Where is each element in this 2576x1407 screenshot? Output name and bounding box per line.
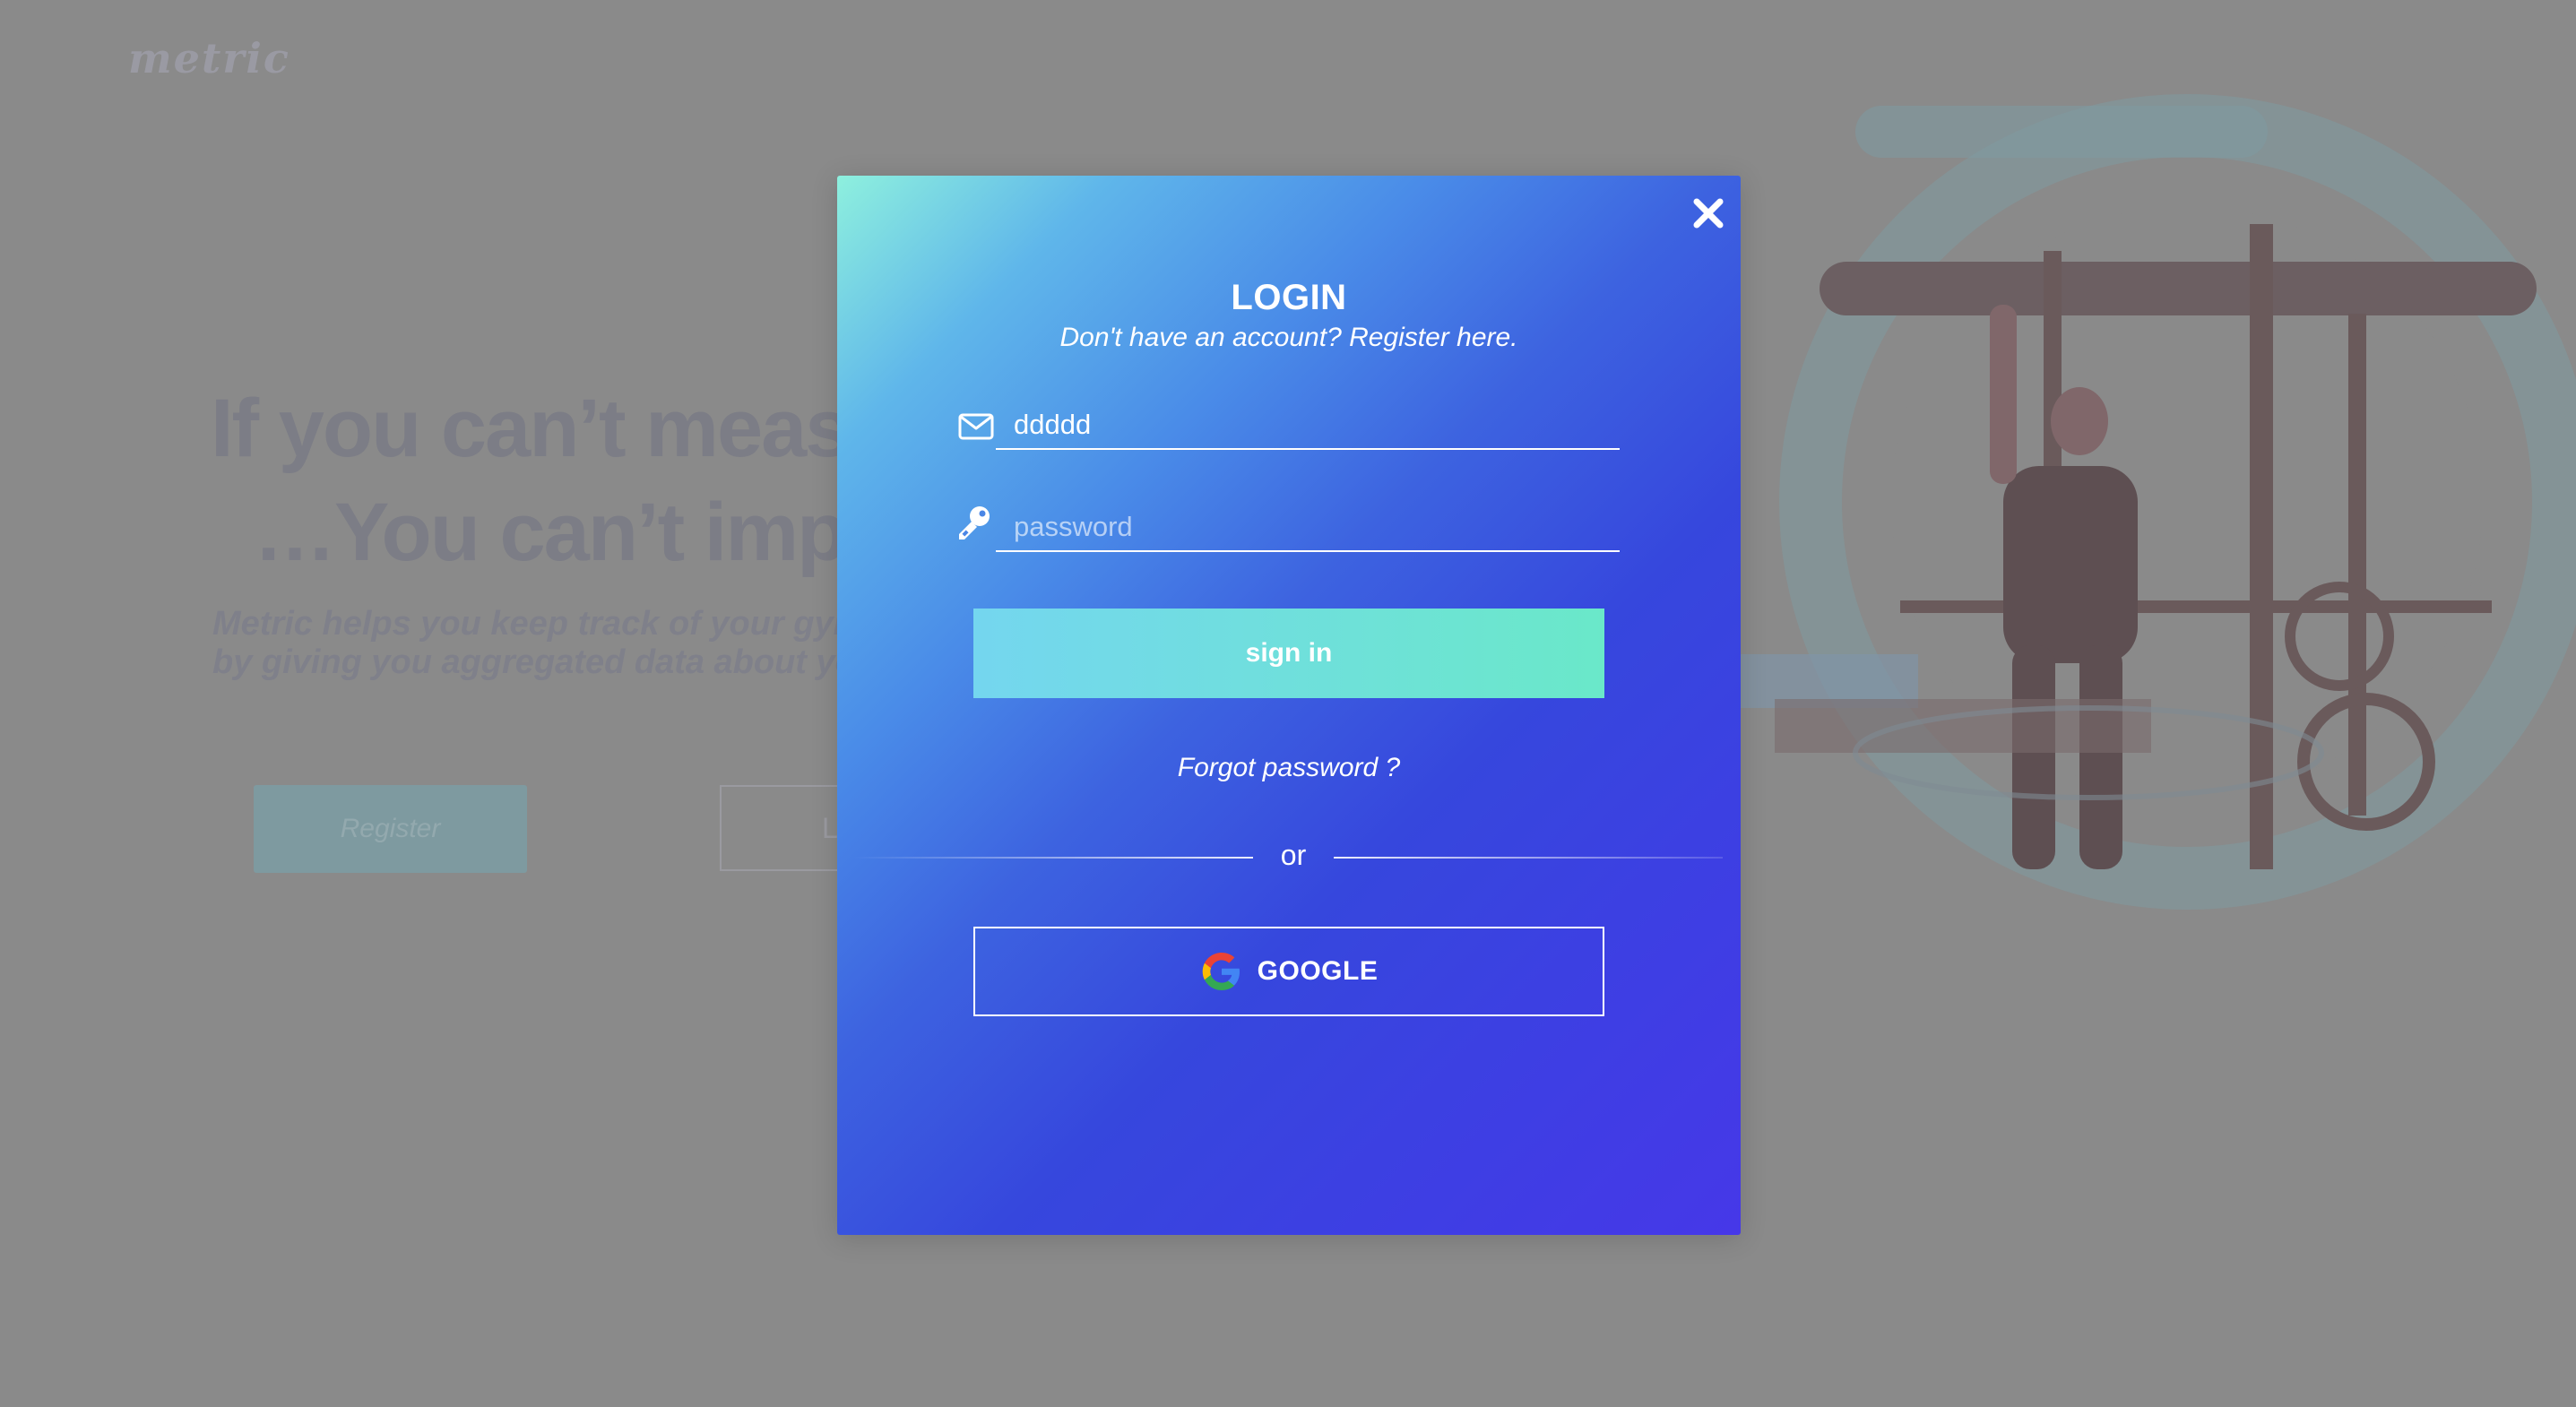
register-link[interactable]: Don't have an account? Register here. (837, 323, 1741, 353)
divider-right (1334, 857, 1723, 859)
password-field[interactable] (996, 507, 1620, 552)
sign-in-button[interactable]: sign in (973, 609, 1604, 698)
modal-title: LOGIN (1231, 278, 1347, 317)
logo: metric (128, 34, 290, 82)
google-sign-in-button[interactable]: GOOGLE (973, 927, 1604, 1016)
email-field[interactable] (996, 405, 1620, 450)
background-register-button: Register (254, 785, 527, 873)
hero-illustration (1703, 94, 2576, 910)
close-icon[interactable] (1690, 195, 1726, 231)
key-icon (959, 506, 990, 539)
google-button-label: GOOGLE (1257, 956, 1379, 986)
hero-tagline: Metric helps you keep track of your gym … (212, 605, 890, 682)
envelope-icon (958, 413, 994, 440)
hero-tagline-line1: Metric helps you keep track of your gym (212, 605, 864, 643)
divider-or-label: or (1280, 839, 1307, 871)
hero-tagline-line2: by giving you aggregated data about your (212, 643, 890, 681)
forgot-password-link[interactable]: Forgot password ? (837, 753, 1741, 783)
google-icon (1202, 953, 1240, 990)
login-modal: LOGIN Don't have an account? Register he… (837, 176, 1741, 1235)
divider-left (853, 857, 1253, 859)
